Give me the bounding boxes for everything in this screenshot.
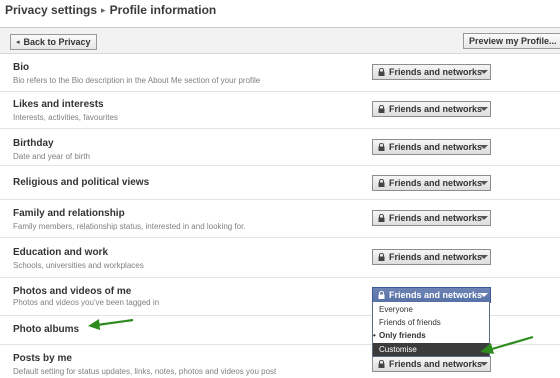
- chevron-down-icon: [480, 362, 488, 366]
- chevron-down-icon: [480, 107, 488, 111]
- privacy-dropdown[interactable]: Friends and networks: [372, 64, 491, 80]
- lock-icon: [378, 68, 385, 76]
- privacy-dropdown[interactable]: Friends and networks: [372, 210, 491, 226]
- chevron-down-icon: [480, 293, 488, 297]
- chevron-down-icon: [480, 181, 488, 185]
- setting-description: Schools, universities and workplaces: [13, 261, 144, 270]
- dropdown-value: Friends and networks: [389, 67, 483, 77]
- setting-title: Likes and interests: [13, 99, 104, 110]
- menu-item-everyone[interactable]: Everyone: [373, 303, 489, 316]
- menu-item-friends-of-friends[interactable]: Friends of friends: [373, 316, 489, 329]
- chevron-down-icon: [480, 216, 488, 220]
- dropdown-value: Friends and networks: [389, 142, 483, 152]
- setting-title: Photos and videos of me: [13, 286, 132, 297]
- privacy-dropdown[interactable]: Friends and networks: [372, 175, 491, 191]
- privacy-dropdown[interactable]: Friends and networks: [372, 101, 491, 117]
- setting-description: Default setting for status updates, link…: [13, 367, 277, 376]
- setting-title: Education and work: [13, 247, 109, 258]
- setting-row-bio: Bio Bio refers to the Bio description in…: [0, 55, 560, 92]
- menu-item-label: Only friends: [379, 331, 426, 340]
- setting-description: Photos and videos you've been tagged in: [13, 298, 160, 307]
- lock-icon: [378, 214, 385, 222]
- setting-description: Bio refers to the Bio description in the…: [13, 76, 261, 85]
- setting-row-education-and-work: Education and work Schools, universities…: [0, 238, 560, 278]
- privacy-dropdown[interactable]: Friends and networks: [372, 356, 491, 372]
- chevron-down-icon: [480, 70, 488, 74]
- toolbar: ◂ Back to Privacy Preview my Profile...: [0, 27, 560, 54]
- page-title: Profile information: [109, 3, 217, 17]
- dropdown-value: Friends and networks: [389, 213, 483, 223]
- setting-title: Bio: [13, 62, 30, 73]
- dropdown-value: Friends and networks: [389, 178, 483, 188]
- lock-icon: [378, 179, 385, 187]
- setting-title: Religious and political views: [13, 177, 150, 188]
- dropdown-value: Friends and networks: [389, 252, 483, 262]
- chevron-down-icon: [480, 145, 488, 149]
- setting-description: Date and year of birth: [13, 152, 90, 161]
- dropdown-value: Friends and networks: [389, 104, 483, 114]
- chevron-down-icon: [480, 255, 488, 259]
- setting-description: Family members, relationship status, int…: [13, 222, 246, 231]
- setting-description: Interests, activities, favourites: [13, 113, 118, 122]
- annotation-arrow-right-icon: [480, 335, 534, 354]
- privacy-options-menu: Everyone Friends of friends • Only friend…: [372, 302, 490, 357]
- setting-row-family-and-relationship: Family and relationship Family members, …: [0, 200, 560, 238]
- lock-icon: [378, 105, 385, 113]
- selected-bullet-icon: •: [373, 331, 376, 340]
- setting-title: Family and relationship: [13, 208, 125, 219]
- setting-title: Posts by me: [13, 353, 72, 364]
- back-to-privacy-button[interactable]: ◂ Back to Privacy: [10, 34, 97, 50]
- lock-icon: [378, 291, 385, 299]
- annotation-arrow-left-icon: [88, 318, 134, 330]
- privacy-dropdown-open[interactable]: Friends and networks: [372, 287, 491, 303]
- menu-item-customise[interactable]: Customise: [373, 343, 489, 356]
- preview-profile-button[interactable]: Preview my Profile...: [463, 33, 560, 49]
- breadcrumb-parent[interactable]: Privacy settings: [5, 3, 97, 17]
- back-arrow-icon: ◂: [16, 39, 20, 46]
- back-button-label: Back to Privacy: [23, 37, 91, 47]
- dropdown-value: Friends and networks: [389, 359, 483, 369]
- lock-icon: [378, 143, 385, 151]
- setting-row-likes-and-interests: Likes and interests Interests, activitie…: [0, 92, 560, 129]
- dropdown-value: Friends and networks: [389, 290, 483, 300]
- breadcrumb-separator-icon: ▸: [101, 5, 106, 15]
- breadcrumb: Privacy settings ▸ Profile information: [5, 3, 216, 17]
- lock-icon: [378, 253, 385, 261]
- setting-title: Birthday: [13, 138, 54, 149]
- menu-item-only-friends[interactable]: • Only friends: [373, 329, 489, 342]
- privacy-dropdown[interactable]: Friends and networks: [372, 249, 491, 265]
- lock-icon: [378, 360, 385, 368]
- setting-row-birthday: Birthday Date and year of birth Friends …: [0, 129, 560, 166]
- setting-row-religious-and-political-views: Religious and political views Friends an…: [0, 166, 560, 200]
- setting-title: Photo albums: [13, 324, 80, 335]
- page-header: Privacy settings ▸ Profile information: [0, 0, 560, 22]
- privacy-dropdown[interactable]: Friends and networks: [372, 139, 491, 155]
